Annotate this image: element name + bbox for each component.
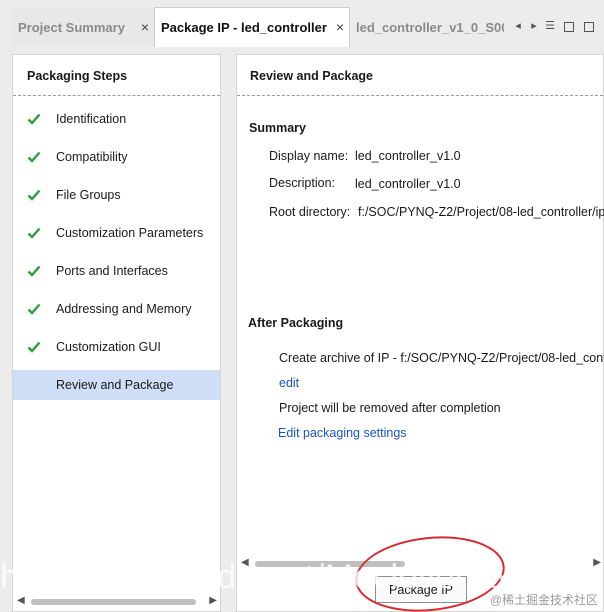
step-customization-gui[interactable]: Customization GUI xyxy=(13,332,220,362)
step-label: Customization GUI xyxy=(56,340,161,354)
display-name-label: Display name: xyxy=(269,149,349,163)
root-directory-label: Root directory: xyxy=(269,205,351,219)
check-icon xyxy=(27,302,41,316)
step-identification[interactable]: Identification xyxy=(13,104,220,134)
step-review-and-package[interactable]: Review and Package xyxy=(13,370,220,400)
packaging-steps-panel: Packaging Steps Identification Compatibi… xyxy=(12,54,221,612)
check-icon xyxy=(27,226,41,240)
root-directory-value: f:/SOC/PYNQ-Z2/Project/08-led_controller… xyxy=(358,205,604,219)
close-icon[interactable]: × xyxy=(141,19,149,35)
check-icon xyxy=(27,340,41,354)
tab-list-icon[interactable]: ☰ xyxy=(543,19,557,32)
tab-label: Project Summary xyxy=(18,19,125,35)
tab-project-summary[interactable]: Project Summary × xyxy=(12,8,154,46)
check-icon xyxy=(27,150,41,164)
description-label: Description: xyxy=(269,176,335,190)
maximize-icon[interactable] xyxy=(584,22,594,32)
tab-label: led_controller_v1_0_S00_ xyxy=(356,19,504,35)
step-label: Compatibility xyxy=(56,150,128,164)
step-file-groups[interactable]: File Groups xyxy=(13,180,220,210)
restore-icon[interactable] xyxy=(564,22,574,32)
display-name-value: led_controller_v1.0 xyxy=(355,149,461,163)
check-icon xyxy=(27,264,41,278)
step-customization-parameters[interactable]: Customization Parameters xyxy=(13,218,220,248)
divider xyxy=(13,95,220,96)
step-ports-and-interfaces[interactable]: Ports and Interfaces xyxy=(13,256,220,286)
edit-packaging-settings-link[interactable]: Edit packaging settings xyxy=(278,426,407,440)
removed-text: Project will be removed after completion xyxy=(279,401,501,415)
step-addressing-and-memory[interactable]: Addressing and Memory xyxy=(13,294,220,324)
close-icon[interactable]: × xyxy=(336,19,344,35)
archive-text: Create archive of IP - f:/SOC/PYNQ-Z2/Pr… xyxy=(279,351,604,365)
summary-title: Summary xyxy=(249,121,306,135)
scroll-thumb[interactable] xyxy=(31,599,196,605)
after-packaging-title: After Packaging xyxy=(248,316,344,330)
description-value: led_controller_v1.0 xyxy=(355,177,461,191)
step-label: Ports and Interfaces xyxy=(56,264,168,278)
tab-scroll-left-icon[interactable]: ◂ xyxy=(511,19,525,32)
tab-package-ip[interactable]: Package IP - led_controller × xyxy=(154,7,350,47)
check-icon xyxy=(27,188,41,202)
watermark-cn: @稀土掘金技术社区 xyxy=(489,593,598,607)
step-label: Addressing and Memory xyxy=(56,302,192,316)
step-label: Identification xyxy=(56,112,127,126)
step-label: Review and Package xyxy=(56,378,174,392)
editor-tab-bar: Project Summary × Package IP - led_contr… xyxy=(0,0,604,50)
check-icon xyxy=(27,112,41,126)
review-title: Review and Package xyxy=(250,69,373,83)
divider xyxy=(237,95,603,96)
packaging-steps-title: Packaging Steps xyxy=(27,69,128,83)
edit-link[interactable]: edit xyxy=(279,376,299,390)
step-label: Customization Parameters xyxy=(56,226,204,240)
review-and-package-panel: Review and Package Summary Display name:… xyxy=(236,54,604,612)
step-compatibility[interactable]: Compatibility xyxy=(13,142,220,172)
tab-led-controller-file[interactable]: led_controller_v1_0_S00_ xyxy=(350,8,510,46)
step-label: File Groups xyxy=(56,188,121,202)
tab-scroll-right-icon[interactable]: ▸ xyxy=(527,19,541,32)
tab-label: Package IP - led_controller xyxy=(161,20,327,35)
